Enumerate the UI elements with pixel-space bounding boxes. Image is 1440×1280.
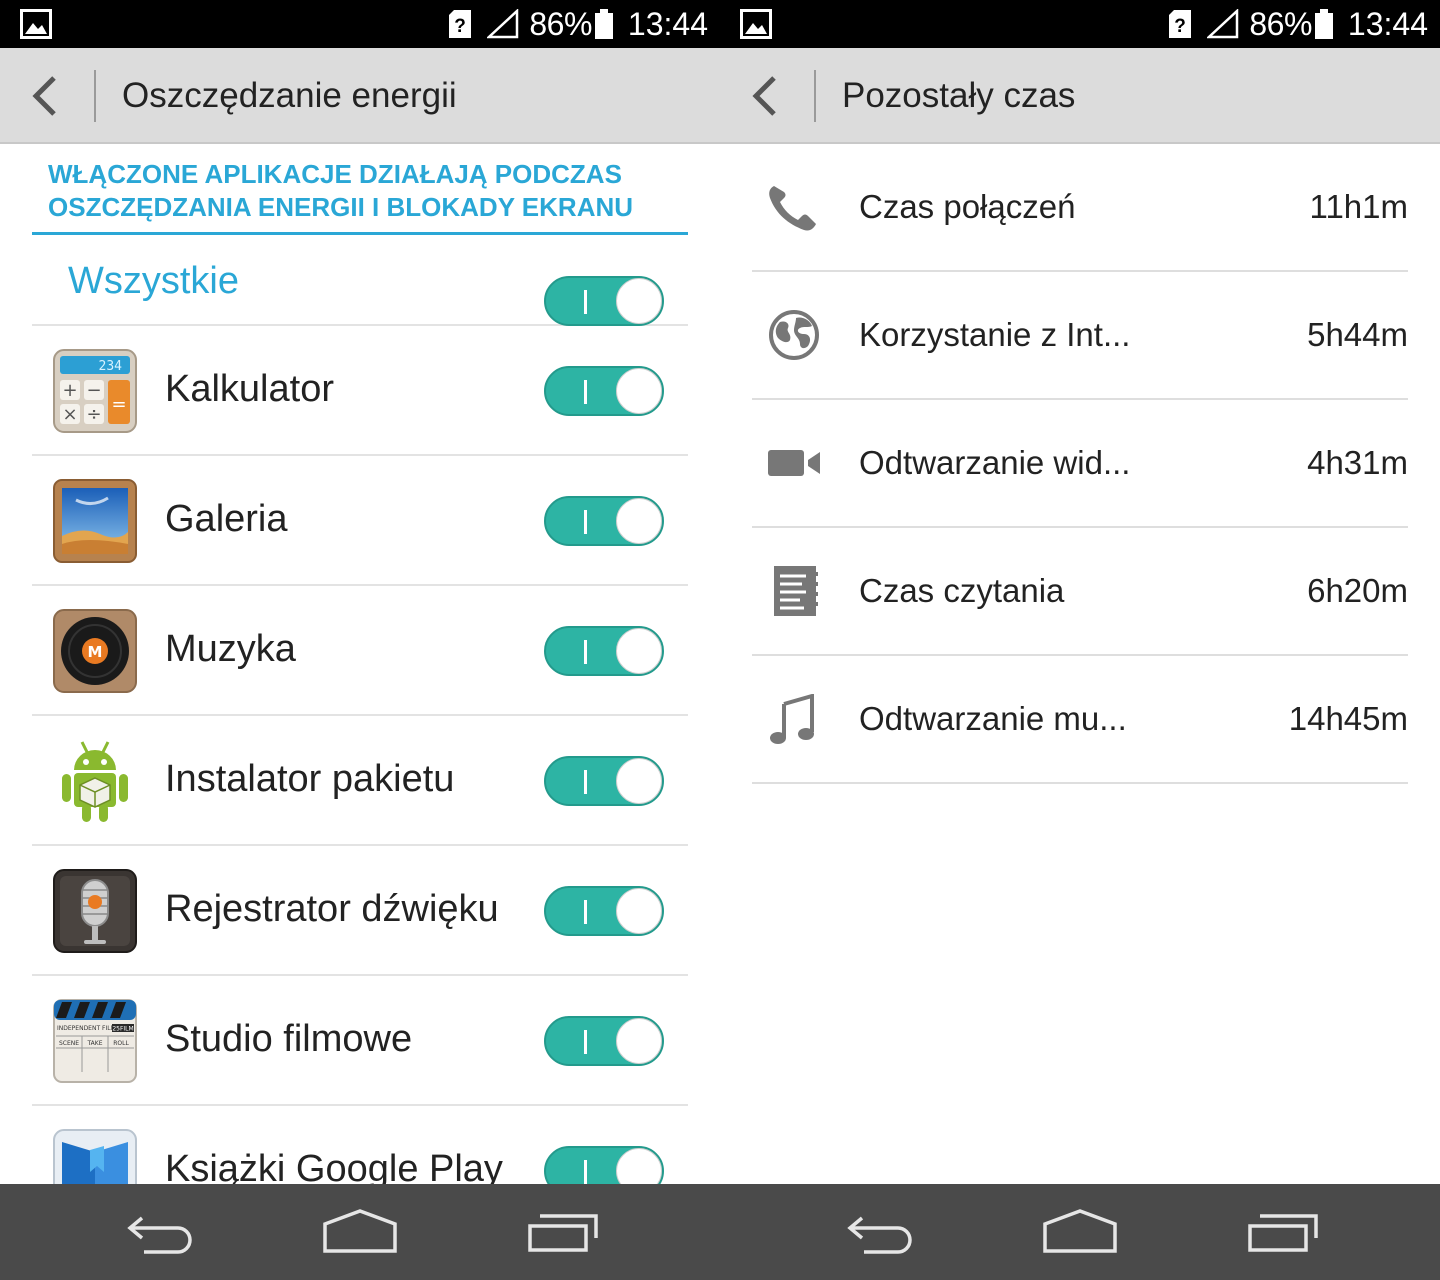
list-item-instalator-pakietu[interactable]: Instalator pakietu (32, 716, 688, 846)
battery-icon (594, 9, 613, 39)
toggle-all[interactable] (544, 276, 664, 326)
action-bar-divider (814, 70, 816, 122)
list-item-internet-time: Korzystanie z Int... 5h44m (752, 272, 1408, 400)
svg-text:M: M (88, 643, 103, 661)
toggle-rejestrator-dzwieku[interactable] (544, 886, 664, 936)
battery-percentage: 86% (529, 5, 592, 42)
item-label: Czas czytania (859, 572, 1065, 609)
svg-text:×: × (62, 404, 77, 425)
gallery-notification-icon (20, 9, 52, 39)
list-item-reading-time: Czas czytania 6h20m (752, 528, 1408, 656)
globe-icon (769, 310, 819, 360)
svg-text:−: − (86, 380, 101, 401)
app-label: Rejestrator dźwięku (165, 888, 499, 930)
app-label: Kalkulator (165, 368, 334, 410)
remaining-time-screen: ? 86% 13:44 Pozostały czas Czas połączeń… (720, 0, 1440, 1280)
list-item-call-time: Czas połączeń 11h1m (752, 144, 1408, 272)
status-bar: ? 86% 13:44 (720, 0, 1440, 48)
item-value: 14h45m (1288, 700, 1408, 737)
list-item-studio-filmowe[interactable]: INDEPENDENT FILM 25FILM SCENE TAKE ROLL … (32, 976, 688, 1106)
list-item-kalkulator[interactable]: 234 + − × ÷ = Kalkulator (32, 326, 688, 456)
back-arrow-icon[interactable] (24, 74, 68, 118)
item-label: Czas połączeń (859, 188, 1076, 225)
item-value: 6h20m (1307, 572, 1408, 609)
item-value: 11h1m (1309, 188, 1408, 225)
power-saving-screen: ? 86% 13:44 Oszczędzanie energii WŁĄCZON… (0, 0, 720, 1280)
svg-text:?: ? (455, 16, 467, 37)
list-item-video-time: Odtwarzanie wid... 4h31m (752, 400, 1408, 528)
app-label: Instalator pakietu (165, 758, 455, 800)
nav-recent-apps-icon[interactable] (526, 1204, 600, 1260)
status-bar: ? 86% 13:44 (0, 0, 720, 48)
gallery-notification-icon (740, 9, 772, 39)
music-icon: M (53, 609, 137, 693)
microphone-icon (53, 869, 137, 953)
clock: 13:44 (627, 5, 708, 42)
svg-text:+: + (62, 380, 77, 401)
navigation-bar (720, 1184, 1440, 1280)
clapper-col-roll: ROLL (113, 1040, 129, 1047)
nav-home-icon[interactable] (1042, 1204, 1118, 1260)
toggle-instalator-pakietu[interactable] (544, 756, 664, 806)
clapper-film-text: 25FILM (112, 1026, 133, 1033)
android-icon (62, 741, 128, 822)
app-label: Muzyka (165, 628, 296, 670)
list-item-galeria[interactable]: Galeria (32, 456, 688, 586)
sim-missing-icon: ? (1169, 10, 1192, 38)
back-arrow-icon[interactable] (744, 74, 788, 118)
item-label: Odtwarzanie mu... (859, 700, 1127, 737)
item-value: 4h31m (1307, 444, 1408, 481)
sim-missing-icon: ? (449, 10, 472, 38)
section-divider (32, 232, 688, 235)
gallery-icon (53, 479, 137, 563)
item-label: Korzystanie z Int... (859, 316, 1131, 353)
page-title: Pozostały czas (842, 76, 1076, 115)
list-item-music-time: Odtwarzanie mu... 14h45m (752, 656, 1408, 784)
signal-icon (487, 9, 519, 39)
clapper-col-scene: SCENE (59, 1040, 79, 1047)
page-title: Oszczędzanie energii (122, 76, 457, 115)
list-item-rejestrator-dzwieku[interactable]: Rejestrator dźwięku (32, 846, 688, 976)
svg-text:÷: ÷ (86, 404, 101, 425)
clapper-col-take: TAKE (86, 1040, 102, 1047)
clock: 13:44 (1347, 5, 1428, 42)
toggle-studio-filmowe[interactable] (544, 1016, 664, 1066)
music-note-icon (770, 694, 814, 744)
toggle-galeria[interactable] (544, 496, 664, 546)
section-header-line-1: WŁĄCZONE APLIKACJE DZIAŁAJĄ PODCZAS (48, 159, 622, 189)
action-bar: Pozostały czas (720, 48, 1440, 144)
calculator-icon: 234 + − × ÷ = (53, 349, 137, 433)
clapperboard-icon: INDEPENDENT FILM 25FILM SCENE TAKE ROLL (53, 999, 137, 1083)
section-header: WŁĄCZONE APLIKACJE DZIAŁAJĄ PODCZAS OSZC… (48, 158, 688, 224)
navigation-bar (0, 1184, 720, 1280)
phone-icon (769, 186, 816, 231)
item-value: 5h44m (1307, 316, 1408, 353)
list-item-all[interactable]: Wszystkie (32, 236, 688, 326)
toggle-muzyka[interactable] (544, 626, 664, 676)
app-label: Studio filmowe (165, 1018, 413, 1060)
battery-percentage: 86% (1249, 5, 1312, 42)
battery-icon (1314, 9, 1333, 39)
app-label: Galeria (165, 498, 288, 540)
document-icon (774, 566, 818, 616)
nav-home-icon[interactable] (322, 1204, 398, 1260)
all-label: Wszystkie (68, 260, 239, 302)
item-label: Odtwarzanie wid... (859, 444, 1131, 481)
signal-icon (1207, 9, 1239, 39)
nav-back-icon[interactable] (844, 1204, 918, 1260)
video-camera-icon (768, 450, 820, 476)
list-item-muzyka[interactable]: M Muzyka (32, 586, 688, 716)
action-bar: Oszczędzanie energii (0, 48, 720, 144)
toggle-kalkulator[interactable] (544, 366, 664, 416)
calculator-display-text: 234 (99, 359, 123, 374)
svg-text:?: ? (1175, 16, 1187, 37)
action-bar-divider (94, 70, 96, 122)
nav-back-icon[interactable] (124, 1204, 198, 1260)
svg-text:=: = (111, 394, 126, 415)
nav-recent-apps-icon[interactable] (1246, 1204, 1320, 1260)
clapper-title-text: INDEPENDENT FILM (57, 1025, 116, 1032)
section-header-line-2: OSZCZĘDZANIA ENERGII I BLOKADY EKRANU (48, 192, 634, 222)
